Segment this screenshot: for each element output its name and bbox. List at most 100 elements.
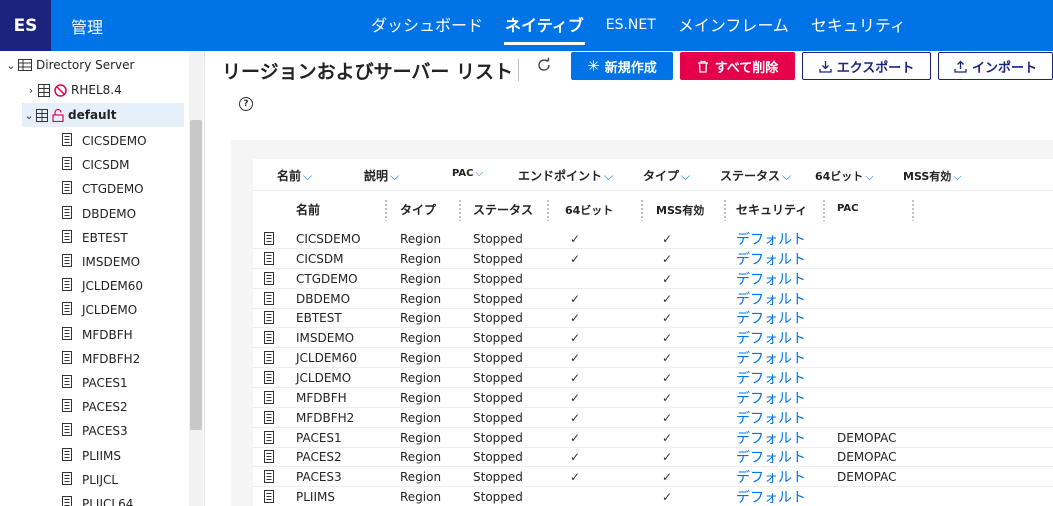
table-row[interactable]: EBTEST Region Stopped ✓ ✓ デフォルト bbox=[253, 308, 1053, 329]
chevron-down-icon: ⌵ bbox=[865, 170, 874, 183]
filter-endpoint[interactable]: エンドポイント ⌵ bbox=[518, 167, 613, 184]
filter-bar: 名前 ⌵ 説明 ⌵ PAC ⌵ エンドポイント ⌵ タイプ ⌵ ステータス ⌵ 64ビット ⌵… bbox=[253, 159, 1053, 191]
cell-mss: ✓ bbox=[662, 271, 673, 286]
tree-region-item[interactable]: CTGDEMO bbox=[62, 177, 144, 201]
cell-security-link[interactable]: デフォルト bbox=[736, 368, 806, 388]
region-icon bbox=[264, 370, 274, 387]
tree-server-rhel[interactable]: › RHEL8.4 bbox=[24, 78, 122, 102]
table-row[interactable]: CICSDM Region Stopped ✓ ✓ デフォルト bbox=[253, 249, 1053, 269]
cell-security-link[interactable]: デフォルト bbox=[736, 428, 806, 448]
cell-security-link[interactable]: デフォルト bbox=[736, 308, 806, 328]
column-header-name[interactable]: 名前 bbox=[296, 201, 320, 218]
region-icon bbox=[264, 291, 274, 308]
filter-status[interactable]: ステータス ⌵ bbox=[720, 167, 791, 184]
cell-security-link[interactable]: デフォルト bbox=[736, 328, 806, 348]
help-icon[interactable]: ? bbox=[239, 97, 253, 111]
column-resize-handle[interactable] bbox=[822, 199, 826, 221]
column-resize-handle[interactable] bbox=[640, 199, 644, 221]
region-icon bbox=[264, 331, 274, 347]
cell-security-link[interactable]: デフォルト bbox=[736, 467, 806, 487]
column-resize-handle[interactable] bbox=[723, 199, 727, 221]
column-header-type[interactable]: タイプ bbox=[400, 201, 436, 218]
region-icon bbox=[62, 278, 72, 294]
cell-security-link[interactable]: デフォルト bbox=[736, 447, 806, 467]
table-row[interactable]: IMSDEMO Region Stopped ✓ ✓ デフォルト bbox=[253, 328, 1053, 349]
table-row[interactable]: CTGDEMO Region Stopped ✓ デフォルト bbox=[253, 269, 1053, 289]
chevron-down-icon[interactable]: ⌄ bbox=[4, 59, 18, 72]
nav-mainframe[interactable]: メインフレーム bbox=[667, 0, 800, 51]
tree-region-item[interactable]: PLIIMS bbox=[62, 444, 121, 468]
import-button[interactable]: インポート bbox=[938, 52, 1053, 80]
chevron-down-icon: ⌵ bbox=[390, 169, 400, 183]
table-row[interactable]: JCLDEM60 Region Stopped ✓ ✓ デフォルト bbox=[253, 348, 1053, 369]
cell-security-link[interactable]: デフォルト bbox=[736, 388, 806, 408]
filter-type[interactable]: タイプ ⌵ bbox=[643, 167, 690, 184]
cell-64bit: ✓ bbox=[570, 351, 581, 366]
filter-64bit[interactable]: 64ビット ⌵ bbox=[815, 168, 874, 184]
column-header-status[interactable]: ステータス bbox=[473, 201, 533, 218]
column-resize-handle[interactable] bbox=[911, 199, 915, 221]
tree-region-item[interactable]: JCLDEM60 bbox=[62, 274, 143, 298]
filter-pac[interactable]: PAC ⌵ bbox=[452, 168, 483, 179]
table-row[interactable]: CICSDEMO Region Stopped ✓ ✓ デフォルト bbox=[253, 229, 1053, 249]
column-resize-handle[interactable] bbox=[384, 199, 388, 221]
tree-region-label: MFDBFH2 bbox=[82, 351, 141, 366]
cell-security-link[interactable]: デフォルト bbox=[736, 487, 806, 506]
table-row[interactable]: MFDBFH2 Region Stopped ✓ ✓ デフォルト bbox=[253, 408, 1053, 428]
tree-region-item[interactable]: MFDBFH2 bbox=[62, 347, 140, 371]
cell-mss: ✓ bbox=[662, 291, 673, 306]
nav-es-net[interactable]: ES.NET bbox=[595, 0, 667, 51]
new-button[interactable]: ✳ 新規作成 bbox=[571, 52, 673, 80]
export-button[interactable]: エクスポート bbox=[802, 52, 931, 80]
column-header-64bit[interactable]: 64ビット bbox=[565, 202, 613, 218]
tree-region-item[interactable]: PLIJCL64 bbox=[62, 492, 133, 506]
tree-region-item[interactable]: PACES2 bbox=[62, 395, 128, 419]
cell-security-link[interactable]: デフォルト bbox=[736, 229, 806, 249]
tree-region-item[interactable]: PLIJCL bbox=[62, 468, 118, 492]
table-row[interactable]: PACES2 Region Stopped ✓ ✓ デフォルト DEMOPAC bbox=[253, 447, 1053, 468]
tree-region-item[interactable]: MFDBFH bbox=[62, 323, 133, 347]
cell-security-link[interactable]: デフォルト bbox=[736, 408, 806, 428]
tree-server-label: RHEL8.4 bbox=[71, 83, 122, 97]
tree-region-item[interactable]: DBDEMO bbox=[62, 202, 136, 226]
filter-label: 64ビット bbox=[815, 170, 864, 183]
cell-security-link[interactable]: デフォルト bbox=[736, 249, 806, 269]
filter-name[interactable]: 名前 ⌵ bbox=[277, 167, 312, 184]
column-resize-handle[interactable] bbox=[546, 199, 550, 221]
tree-server-default[interactable]: ⌄ default bbox=[22, 103, 184, 127]
region-icon bbox=[62, 471, 72, 488]
table-row[interactable]: PLIIMS Region Stopped ✓ デフォルト bbox=[253, 487, 1053, 506]
cell-status: Stopped bbox=[473, 470, 523, 485]
table-row[interactable]: PACES1 Region Stopped ✓ ✓ デフォルト DEMOPAC bbox=[253, 428, 1053, 448]
nav-dashboard[interactable]: ダッシュボード bbox=[360, 0, 494, 51]
tree-root[interactable]: ⌄ Directory Server bbox=[4, 53, 134, 77]
table-row[interactable]: JCLDEMO Region Stopped ✓ ✓ デフォルト bbox=[253, 368, 1053, 388]
chevron-down-icon[interactable]: ⌄ bbox=[22, 109, 36, 122]
column-header-security[interactable]: セキュリティ bbox=[736, 201, 807, 218]
tree-region-item[interactable]: JCLDEMO bbox=[62, 298, 137, 322]
tree-region-item[interactable]: EBTEST bbox=[62, 226, 128, 250]
tree-region-item[interactable]: PACES3 bbox=[62, 419, 128, 443]
nav-security[interactable]: セキュリティ bbox=[800, 0, 917, 51]
column-header-mss[interactable]: MSS有効 bbox=[656, 202, 704, 218]
sidebar-scroll-thumb[interactable] bbox=[190, 120, 202, 430]
tree-region-item[interactable]: CICSDEMO bbox=[62, 129, 147, 153]
nav-native[interactable]: ネイティブ bbox=[494, 0, 595, 51]
tree-region-item[interactable]: CICSDM bbox=[62, 153, 130, 177]
table-row[interactable]: DBDEMO Region Stopped ✓ ✓ デフォルト bbox=[253, 289, 1053, 309]
table-row[interactable]: MFDBFH Region Stopped ✓ ✓ デフォルト bbox=[253, 388, 1053, 408]
refresh-icon[interactable] bbox=[536, 57, 552, 77]
cell-security-link[interactable]: デフォルト bbox=[736, 348, 806, 368]
cell-security-link[interactable]: デフォルト bbox=[736, 269, 806, 289]
table-row[interactable]: PACES3 Region Stopped ✓ ✓ デフォルト DEMOPAC bbox=[253, 467, 1053, 488]
region-table: 名前 ⌵ 説明 ⌵ PAC ⌵ エンドポイント ⌵ タイプ ⌵ ステータス ⌵ 64ビット ⌵… bbox=[253, 159, 1053, 506]
chevron-right-icon[interactable]: › bbox=[24, 84, 38, 97]
delete-all-button[interactable]: すべて削除 bbox=[680, 52, 795, 80]
column-header-pac[interactable]: PAC bbox=[837, 203, 859, 214]
tree-region-item[interactable]: IMSDEMO bbox=[62, 250, 140, 274]
filter-description[interactable]: 説明 ⌵ bbox=[364, 167, 399, 184]
tree-region-item[interactable]: PACES1 bbox=[62, 371, 128, 395]
column-resize-handle[interactable] bbox=[458, 199, 462, 221]
cell-security-link[interactable]: デフォルト bbox=[736, 289, 806, 309]
filter-mss[interactable]: MSS有効 ⌵ bbox=[903, 168, 962, 184]
